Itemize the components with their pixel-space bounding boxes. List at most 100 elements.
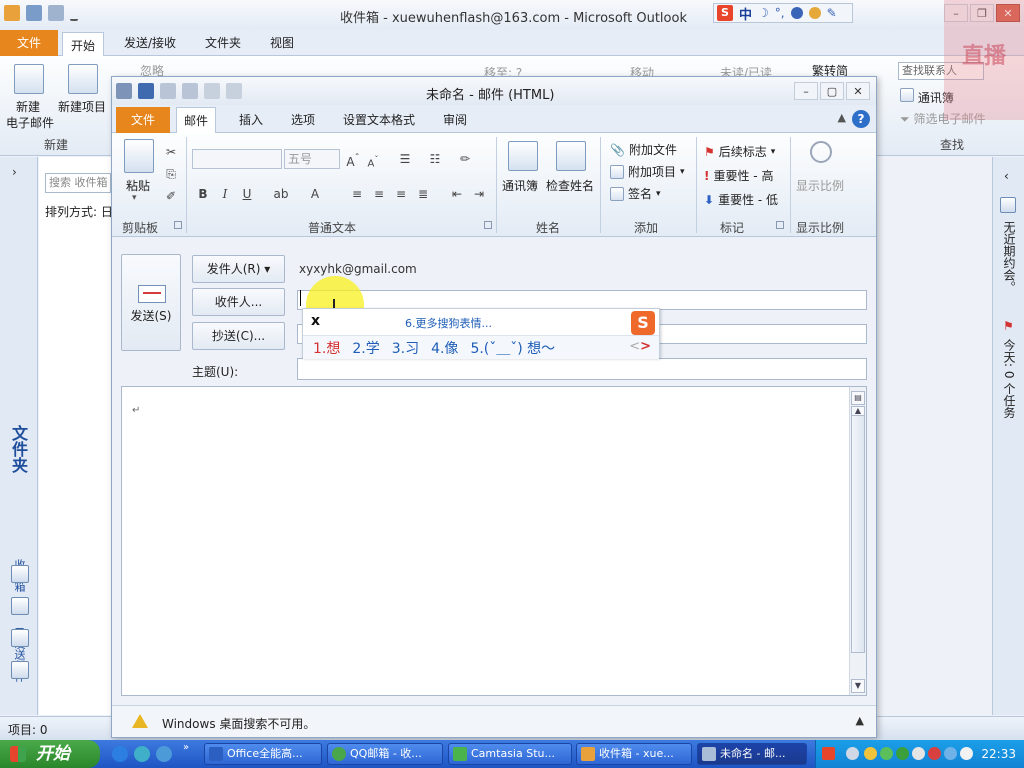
- ruler-toggle-icon[interactable]: ▤: [851, 391, 865, 405]
- desktop-icon[interactable]: [156, 746, 172, 762]
- maximize-button[interactable]: ▢: [820, 82, 844, 100]
- mail-icon[interactable]: [11, 565, 29, 583]
- message-body-editor[interactable]: ↵ ▤ ▲ ▼: [121, 386, 867, 696]
- underline-button[interactable]: U: [238, 185, 256, 203]
- font-launcher-icon[interactable]: [484, 221, 492, 229]
- zoom-button[interactable]: 显示比例: [796, 177, 844, 194]
- signature-button[interactable]: 签名 ▾: [610, 185, 661, 202]
- importance-high-button[interactable]: ! 重要性 - 高: [704, 167, 773, 184]
- font-size-select[interactable]: 五号: [284, 149, 340, 169]
- ime-candidate[interactable]: 1.想: [313, 338, 340, 358]
- punctuation-icon[interactable]: °,: [775, 6, 785, 20]
- chevron-right-icon[interactable]: >: [640, 339, 651, 354]
- customize-qat-icon[interactable]: [70, 5, 78, 21]
- address-book-icon[interactable]: [508, 141, 538, 171]
- justify-icon[interactable]: ≣: [414, 185, 432, 203]
- new-email-label-2[interactable]: 电子邮件: [6, 114, 54, 131]
- skin-icon[interactable]: [808, 7, 821, 19]
- tab-message[interactable]: 邮件: [176, 107, 217, 133]
- paste-button[interactable]: 粘贴: [126, 177, 150, 194]
- taskbar-item-active[interactable]: 未命名 - 邮...: [697, 743, 807, 765]
- shrink-font-icon[interactable]: Aˇ: [364, 150, 382, 169]
- copy-icon[interactable]: ⎘: [162, 165, 180, 183]
- body-vertical-scrollbar[interactable]: ▤ ▲ ▼: [849, 387, 866, 695]
- tab-options[interactable]: 选项: [284, 107, 322, 133]
- ime-candidate[interactable]: 2.学: [352, 338, 379, 358]
- font-color-icon[interactable]: A: [306, 185, 324, 203]
- zoom-icon[interactable]: [810, 141, 832, 163]
- taskbar-item[interactable]: QQ邮箱 - 收...: [327, 743, 443, 765]
- folder-pane-label[interactable]: 文件夹: [9, 425, 30, 473]
- contacts-icon[interactable]: [11, 629, 29, 647]
- tray-icon[interactable]: [880, 747, 893, 760]
- clear-format-icon[interactable]: ✏: [456, 150, 474, 168]
- ime-candidate[interactable]: 4.像: [431, 338, 458, 358]
- keyboard-icon[interactable]: [790, 7, 803, 19]
- tab-folder[interactable]: 文件夹: [197, 30, 249, 56]
- taskbar-item[interactable]: Office全能高...: [204, 743, 322, 765]
- ie-icon[interactable]: [112, 746, 128, 762]
- from-button[interactable]: 发件人(R) ▾: [192, 255, 285, 283]
- send-button[interactable]: 发送(S): [121, 254, 181, 351]
- tray-icon[interactable]: [896, 747, 909, 760]
- bold-button[interactable]: B: [194, 185, 212, 203]
- italic-button[interactable]: I: [216, 185, 234, 203]
- bullets-icon[interactable]: ☰: [396, 150, 414, 168]
- highlight-icon[interactable]: ab: [272, 185, 290, 203]
- expand-todo-icon[interactable]: ‹: [1004, 169, 1009, 183]
- attach-file-button[interactable]: 📎 附加文件: [610, 141, 677, 158]
- paste-dropdown-icon[interactable]: ▾: [132, 193, 137, 203]
- numbering-icon[interactable]: ☷: [426, 150, 444, 168]
- tasks-icon[interactable]: [11, 661, 29, 679]
- start-button[interactable]: 开始: [0, 740, 100, 768]
- new-items-button[interactable]: 新建项目: [58, 98, 106, 115]
- to-field[interactable]: [297, 290, 867, 310]
- sogou-logo-icon[interactable]: S: [717, 5, 733, 21]
- taskbar-item[interactable]: Camtasia Stu...: [448, 743, 572, 765]
- help-icon[interactable]: ?: [852, 110, 870, 128]
- font-name-select[interactable]: [192, 149, 282, 169]
- sort-by-label[interactable]: 排列方式: 日: [45, 203, 113, 220]
- browser-icon[interactable]: [134, 746, 150, 762]
- network-icon[interactable]: [944, 747, 957, 760]
- attach-item-button[interactable]: 附加项目 ▾: [610, 163, 685, 180]
- clipboard-launcher-icon[interactable]: [174, 221, 182, 229]
- volume-icon[interactable]: [960, 747, 973, 760]
- send-receive-icon[interactable]: [26, 5, 42, 21]
- chevron-left-icon[interactable]: <: [629, 339, 640, 354]
- ime-candidate[interactable]: 3.习: [392, 338, 419, 358]
- tab-home[interactable]: 开始: [62, 32, 105, 57]
- check-names-icon[interactable]: [556, 141, 586, 171]
- search-inbox-input[interactable]: 搜索 收件箱: [45, 173, 111, 193]
- tray-expand-icon[interactable]: [846, 747, 859, 760]
- tab-send-receive[interactable]: 发送/接收: [116, 30, 184, 56]
- close-button[interactable]: ✕: [846, 82, 870, 100]
- quick-launch-expand-icon[interactable]: »: [183, 742, 189, 753]
- minimize-button[interactable]: –: [794, 82, 818, 100]
- importance-low-button[interactable]: ⬇ 重要性 - 低: [704, 191, 778, 208]
- sogou-tray-icon[interactable]: [822, 747, 835, 760]
- align-left-icon[interactable]: ≡: [348, 185, 366, 203]
- chevron-up-icon[interactable]: ▲: [856, 714, 864, 727]
- tab-file[interactable]: 文件: [116, 107, 170, 133]
- subject-field[interactable]: [297, 358, 867, 380]
- ime-candidate[interactable]: 5.(ˇ＿ˇ) 想～: [470, 338, 555, 358]
- address-book-button[interactable]: 通讯簿: [502, 177, 538, 194]
- paste-icon[interactable]: [124, 139, 154, 173]
- undo-icon[interactable]: [48, 5, 64, 21]
- collapse-ribbon-icon[interactable]: ▲: [838, 111, 846, 124]
- new-email-icon[interactable]: [14, 64, 44, 94]
- tab-view[interactable]: 视图: [262, 30, 302, 56]
- save-icon[interactable]: [138, 83, 154, 99]
- align-center-icon[interactable]: ≡: [370, 185, 388, 203]
- sogou-ime-toolbar[interactable]: S 中 ☽ °, ✎: [713, 3, 853, 23]
- new-items-icon[interactable]: [68, 64, 98, 94]
- cut-icon[interactable]: ✂: [162, 143, 180, 161]
- expand-nav-icon[interactable]: ›: [12, 165, 17, 179]
- grow-font-icon[interactable]: Aˆ: [344, 150, 362, 169]
- tags-launcher-icon[interactable]: [776, 221, 784, 229]
- ime-mode-toggle[interactable]: 中: [739, 4, 752, 23]
- increase-indent-icon[interactable]: ⇥: [470, 185, 488, 203]
- tray-icon[interactable]: [864, 747, 877, 760]
- follow-up-button[interactable]: ⚑ 后续标志 ▾: [704, 143, 775, 160]
